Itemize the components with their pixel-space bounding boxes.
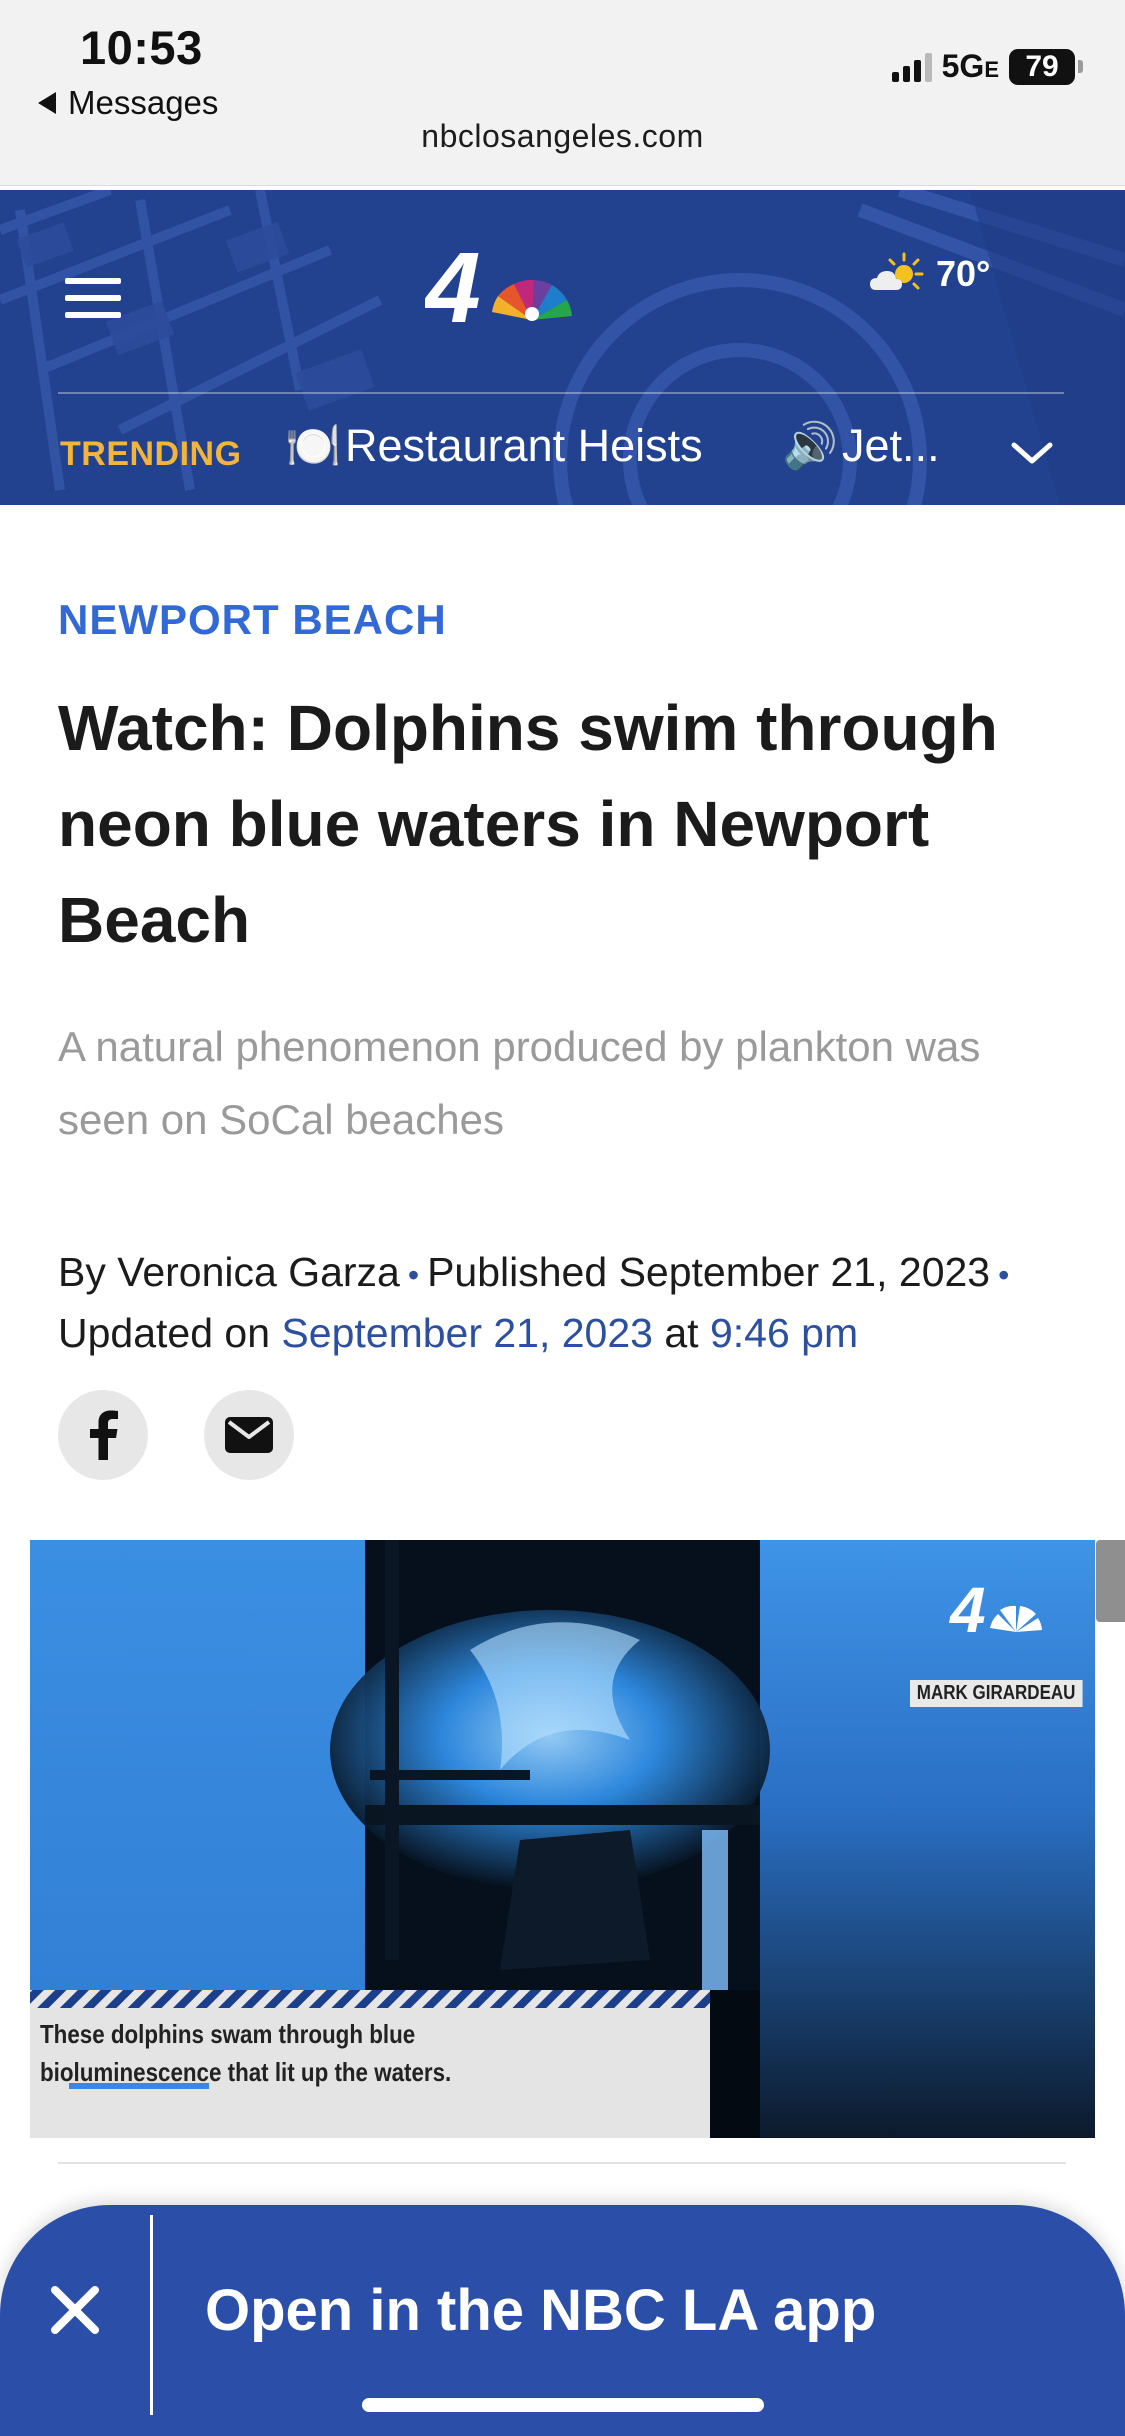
updated-time: 9:46 pm: [709, 1310, 859, 1356]
article-byline: By Veronica Garza • Published September 21…: [58, 1243, 1088, 1362]
email-icon: [225, 1417, 273, 1453]
chevron-down-icon[interactable]: [1008, 429, 1056, 477]
svg-text:4: 4: [948, 1574, 986, 1646]
byline-prefix: By: [58, 1249, 106, 1295]
published-prefix: Published: [427, 1249, 608, 1295]
trending-bar: TRENDING 🍽️ Restaurant Heists 🔊 Jet...: [0, 405, 1125, 495]
updated-at: at: [664, 1310, 699, 1356]
share-facebook-button[interactable]: [58, 1390, 148, 1480]
separator-dot: •: [998, 1257, 1010, 1293]
trending-item-jet[interactable]: 🔊 Jet...: [782, 419, 940, 472]
share-email-button[interactable]: [204, 1390, 294, 1480]
published-date: September 21, 2023: [618, 1249, 991, 1295]
speaker-icon: 🔊: [782, 420, 839, 471]
home-indicator[interactable]: [362, 2398, 764, 2412]
nbc4-logo[interactable]: 4: [425, 242, 575, 342]
article-deck: A natural phenomenon produced by plankto…: [58, 1023, 981, 1143]
weather-widget[interactable]: 70°: [868, 252, 990, 296]
network-type: 5GE: [941, 48, 999, 84]
battery-icon: 79: [1009, 48, 1083, 85]
byline-author[interactable]: Veronica Garza: [117, 1249, 400, 1295]
header-divider: [58, 392, 1064, 394]
video-caption: These dolphins swam through blue biolumi…: [40, 2019, 452, 2087]
back-to-messages[interactable]: Messages: [38, 84, 218, 122]
close-icon: [51, 2286, 99, 2334]
battery-level: 79: [1009, 48, 1075, 85]
article-kicker[interactable]: NEWPORT BEACH: [58, 596, 447, 644]
separator-dot: •: [407, 1257, 420, 1293]
status-bar: 10:53 Messages 5GE 79 nbclosangeles.com: [0, 0, 1125, 186]
trending-item-label: Jet...: [842, 419, 940, 471]
url-bar[interactable]: nbclosangeles.com: [0, 118, 1125, 155]
open-in-app-label[interactable]: Open in the NBC LA app: [205, 2277, 876, 2344]
partly-sunny-icon: [870, 252, 924, 290]
video-credit: MARK GIRARDEAU: [910, 1680, 1083, 1707]
banner-divider: [150, 2215, 153, 2415]
status-time: 10:53: [80, 21, 203, 74]
close-banner-button[interactable]: [30, 2265, 120, 2355]
cellular-signal-icon: [891, 52, 932, 82]
site-header: 4 70° TRENDING 🍽️ Restaurant Heists 🔊 Je…: [0, 190, 1125, 505]
status-indicators: 5GE 79: [891, 48, 1083, 85]
section-divider: [58, 2162, 1066, 2164]
updated-prefix: Updated on: [58, 1310, 271, 1356]
back-arrow-icon: [38, 92, 56, 114]
back-label: Messages: [68, 84, 219, 121]
hamburger-icon[interactable]: [65, 278, 121, 318]
trending-item-label: Restaurant Heists: [345, 419, 703, 471]
article-headline: Watch: Dolphins swim through neon blue w…: [58, 692, 998, 956]
plate-icon: 🍽️: [285, 420, 342, 471]
facebook-icon: [90, 1410, 118, 1460]
scrollbar-thumb[interactable]: [1096, 1540, 1125, 1622]
temperature: 70°: [936, 253, 991, 294]
trending-label: TRENDING: [60, 435, 242, 473]
trending-item-restaurant-heists[interactable]: 🍽️ Restaurant Heists: [285, 419, 703, 472]
svg-text:4: 4: [425, 242, 481, 342]
updated-date: September 21, 2023: [281, 1310, 653, 1356]
